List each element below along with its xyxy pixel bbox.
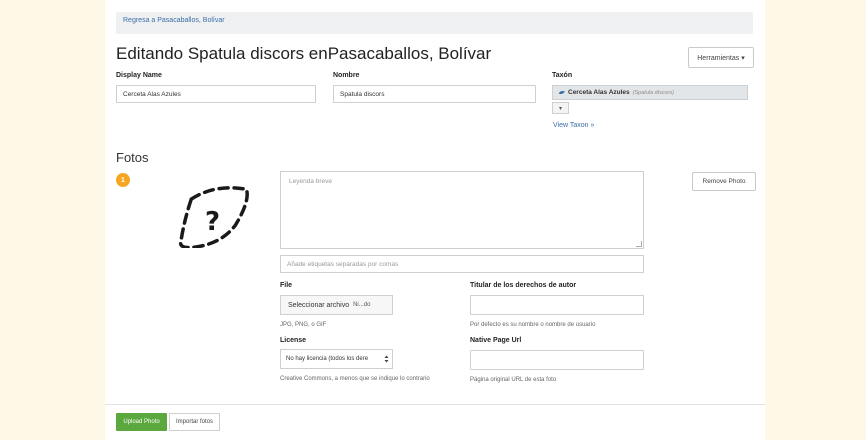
choose-file-button[interactable]: Seleccionar archivo Ni...do bbox=[280, 295, 393, 315]
nombre-field[interactable]: Spatula discors bbox=[333, 85, 536, 103]
breadcrumb: Regresa a Pasacaballos, Bolívar bbox=[116, 12, 753, 34]
photo-tags-input[interactable]: Añade etiquetas separadas por comas bbox=[280, 255, 644, 273]
photo-number-badge: 1 bbox=[116, 173, 130, 187]
breadcrumb-back-link[interactable]: Regresa a Pasacaballos, Bolívar bbox=[123, 17, 225, 24]
display-name-label: Display Name bbox=[116, 72, 162, 79]
upload-photo-button[interactable]: Upload Photo bbox=[116, 413, 167, 431]
photo-placeholder-icon: ? bbox=[172, 186, 258, 250]
copyright-label: Titular de los derechos de autor bbox=[470, 282, 577, 289]
file-label: File bbox=[280, 282, 293, 289]
page-title: Editando Spatula discors enPasacaballos,… bbox=[116, 44, 492, 63]
bird-icon bbox=[558, 90, 565, 95]
footer-divider bbox=[105, 404, 765, 405]
remove-photo-button[interactable]: Remove Photo bbox=[692, 172, 756, 191]
resize-grip-icon[interactable] bbox=[636, 241, 642, 247]
license-select[interactable]: No hay licencia (todos los dere bbox=[280, 349, 393, 369]
nombre-value: Spatula discors bbox=[340, 90, 385, 98]
nombre-label: Nombre bbox=[333, 72, 360, 79]
file-status: Ni...do bbox=[353, 302, 371, 308]
native-page-label: Native Page Url bbox=[470, 337, 522, 344]
photos-section-title: Fotos bbox=[116, 150, 149, 165]
taxon-selector[interactable]: Cerceta Alas Azules (Spatula discors) bbox=[552, 85, 748, 100]
tools-dropdown-button[interactable]: Herramientas ▾ bbox=[688, 47, 754, 68]
taxon-menu-button[interactable]: ▾ bbox=[552, 102, 569, 114]
native-page-url-input[interactable] bbox=[470, 350, 644, 370]
native-page-hint: Página original URL de esta foto bbox=[470, 377, 557, 383]
svg-text:?: ? bbox=[205, 207, 220, 237]
select-arrows-icon bbox=[384, 355, 389, 363]
file-hint: JPG, PNG, o GIF bbox=[280, 322, 327, 328]
copyright-hint: Por defecto es su nombre o nombre de usu… bbox=[470, 322, 596, 328]
display-name-value: Cerceta Alas Azules bbox=[123, 90, 181, 98]
view-taxon-link[interactable]: View Taxon » bbox=[553, 122, 594, 129]
tags-placeholder: Añade etiquetas separadas por comas bbox=[287, 260, 399, 268]
import-photos-button[interactable]: Importar fotos bbox=[169, 413, 220, 431]
display-name-field[interactable]: Cerceta Alas Azules bbox=[116, 85, 316, 103]
license-label: License bbox=[280, 337, 307, 344]
caption-placeholder: Leyenda breve bbox=[289, 178, 333, 185]
license-hint: Creative Commons, a menos que se indique… bbox=[280, 376, 430, 382]
taxon-label: Taxón bbox=[552, 72, 573, 79]
choose-file-label: Seleccionar archivo bbox=[288, 301, 350, 309]
license-selected-value: No hay licencia (todos los dere bbox=[286, 356, 369, 362]
photo-caption-textarea[interactable]: Leyenda breve bbox=[280, 171, 644, 249]
taxon-scientific-name: (Spatula discors) bbox=[632, 89, 674, 96]
copyright-input[interactable] bbox=[470, 295, 644, 315]
taxon-common-name: Cerceta Alas Azules bbox=[568, 89, 630, 96]
